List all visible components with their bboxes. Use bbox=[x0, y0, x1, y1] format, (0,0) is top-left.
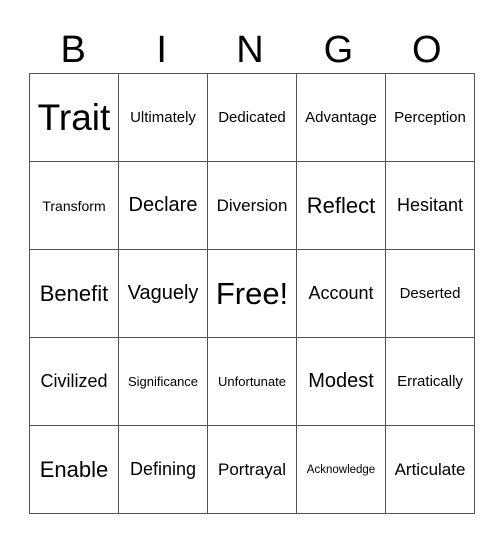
bingo-cell[interactable]: Enable bbox=[29, 425, 119, 514]
bingo-cell[interactable]: Declare bbox=[118, 161, 208, 250]
header-letter-i: I bbox=[156, 29, 167, 71]
bingo-cell[interactable]: Trait bbox=[29, 73, 119, 162]
bingo-cell[interactable]: Significance bbox=[118, 337, 208, 426]
header-letter-g: G bbox=[323, 29, 354, 71]
header-letter-n: N bbox=[236, 29, 264, 71]
bingo-cell[interactable]: Defining bbox=[118, 425, 208, 514]
bingo-cell[interactable]: Vaguely bbox=[118, 249, 208, 338]
grid-row: Transform Declare Diversion Reflect Hesi… bbox=[29, 161, 475, 250]
bingo-cell[interactable]: Perception bbox=[385, 73, 475, 162]
bingo-grid: Trait Ultimately Dedicated Advantage Per… bbox=[29, 73, 475, 514]
grid-row: Benefit Vaguely Free! Account Deserted bbox=[29, 249, 475, 338]
bingo-cell[interactable]: Advantage bbox=[296, 73, 386, 162]
bingo-cell[interactable]: Acknowledge bbox=[296, 425, 386, 514]
header-letter-b: B bbox=[60, 29, 86, 71]
bingo-cell[interactable]: Diversion bbox=[207, 161, 297, 250]
bingo-cell[interactable]: Account bbox=[296, 249, 386, 338]
bingo-cell[interactable]: Articulate bbox=[385, 425, 475, 514]
grid-row: Civilized Significance Unfortunate Modes… bbox=[29, 337, 475, 426]
grid-row: Enable Defining Portrayal Acknowledge Ar… bbox=[29, 425, 475, 514]
bingo-cell[interactable]: Benefit bbox=[29, 249, 119, 338]
bingo-cell[interactable]: Unfortunate bbox=[207, 337, 297, 426]
bingo-cell[interactable]: Transform bbox=[29, 161, 119, 250]
bingo-cell[interactable]: Civilized bbox=[29, 337, 119, 426]
header-letter-o: O bbox=[412, 29, 442, 71]
grid-row: Trait Ultimately Dedicated Advantage Per… bbox=[29, 73, 475, 162]
bingo-cell[interactable]: Erratically bbox=[385, 337, 475, 426]
bingo-cell[interactable]: Modest bbox=[296, 337, 386, 426]
bingo-cell[interactable]: Dedicated bbox=[207, 73, 297, 162]
free-space-cell[interactable]: Free! bbox=[207, 249, 297, 338]
bingo-header: B I N G O bbox=[29, 28, 471, 73]
bingo-cell[interactable]: Ultimately bbox=[118, 73, 208, 162]
bingo-cell[interactable]: Portrayal bbox=[207, 425, 297, 514]
bingo-cell[interactable]: Reflect bbox=[296, 161, 386, 250]
bingo-cell[interactable]: Hesitant bbox=[385, 161, 475, 250]
bingo-cell[interactable]: Deserted bbox=[385, 249, 475, 338]
